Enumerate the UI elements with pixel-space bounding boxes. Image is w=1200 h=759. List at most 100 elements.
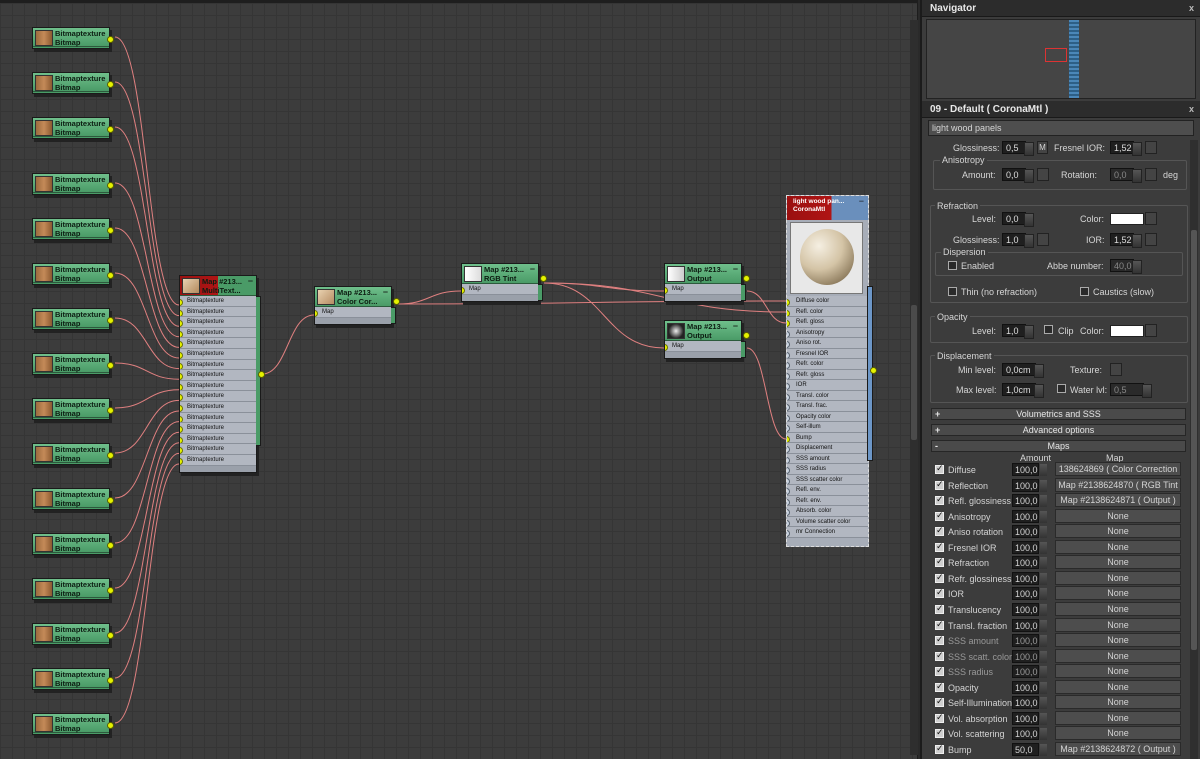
map-slot-button[interactable]: 138624869 ( Color Correction ) <box>1055 462 1181 487</box>
bitmap-output-socket[interactable] <box>107 542 114 549</box>
navigator-view[interactable] <box>926 19 1196 99</box>
aniso-rotation-spinner[interactable]: 0,0 <box>1110 168 1142 183</box>
minimize-icon[interactable]: − <box>530 264 535 274</box>
map-slot-button[interactable]: None <box>1055 570 1181 585</box>
rgb-tint-node-output-socket[interactable] <box>540 275 547 282</box>
fresnel-map-button[interactable] <box>1145 141 1157 154</box>
aniso-rotation-map-button[interactable] <box>1145 168 1157 181</box>
multitexture-slot[interactable]: Bitmaptexture <box>180 454 256 466</box>
map-enable-checkbox[interactable] <box>935 619 944 630</box>
bitmap-output-socket[interactable] <box>107 722 114 729</box>
minimize-icon[interactable]: − <box>248 276 253 286</box>
bitmap-node[interactable]: Bitmaptexture Bitmap <box>32 353 114 375</box>
refraction-ior-map-button[interactable] <box>1145 233 1157 246</box>
color-correction-node[interactable]: Map #213... Color Cor... − Map <box>314 286 400 325</box>
bitmap-node-header[interactable]: Bitmaptexture Bitmap <box>33 309 109 328</box>
color-correction-node-output-socket[interactable] <box>393 298 400 305</box>
bitmap-output-socket[interactable] <box>107 126 114 133</box>
multitexture-slot[interactable]: Bitmaptexture <box>180 423 256 434</box>
output-node-1-map-slot[interactable]: Map <box>665 284 741 295</box>
bitmap-output-socket[interactable] <box>107 362 114 369</box>
output-node-1-header[interactable]: Map #213... Output − <box>665 264 741 284</box>
coronamtl-slot[interactable]: Refr. env. <box>787 495 868 506</box>
map-amount-spinner[interactable]: 50,0 <box>1012 742 1047 756</box>
panel-scrollbar[interactable] <box>1190 140 1198 759</box>
map-enable-checkbox[interactable] <box>935 479 944 490</box>
bitmap-node-header[interactable]: Bitmaptexture Bitmap <box>33 28 109 47</box>
color-correction-node-header[interactable]: Map #213... Color Cor... − <box>315 287 391 307</box>
map-slot-button[interactable]: None <box>1055 726 1181 741</box>
multitexture-slot[interactable]: Bitmaptexture <box>180 348 256 360</box>
thin-checkbox[interactable] <box>948 287 957 296</box>
bitmap-output-socket[interactable] <box>107 452 114 459</box>
multitexture-slot[interactable]: Bitmaptexture <box>180 327 256 339</box>
bitmap-node-header[interactable]: Bitmaptexture Bitmap <box>33 489 109 508</box>
map-slot-button[interactable]: None <box>1055 586 1181 601</box>
coronamtl-slot[interactable]: SSS scatter color <box>787 474 868 485</box>
bitmap-node[interactable]: Bitmaptexture Bitmap <box>32 533 114 555</box>
map-slot-button[interactable]: Map #2138624871 ( Output ) <box>1055 493 1181 508</box>
map-amount-spinner[interactable]: 100,0 <box>1012 556 1047 570</box>
dispersion-enabled-checkbox[interactable] <box>948 261 957 270</box>
multitexture-slot[interactable]: Bitmaptexture <box>180 444 256 455</box>
bitmap-node-header[interactable]: Bitmaptexture Bitmap <box>33 669 109 688</box>
map-enable-checkbox[interactable] <box>935 743 944 754</box>
bitmap-node[interactable]: Bitmaptexture Bitmap <box>32 488 114 510</box>
canvas-scrollbar[interactable] <box>910 20 918 755</box>
advanced-options-rollout[interactable]: + Advanced options <box>931 424 1186 436</box>
close-icon[interactable]: x <box>1189 0 1194 17</box>
coronamtl-slot[interactable]: Diffuse color <box>787 296 868 307</box>
coronamtl-slot[interactable]: Anisotropy <box>787 327 868 338</box>
map-enable-checkbox[interactable] <box>935 587 944 599</box>
refraction-gloss-spinner[interactable]: 1,0 <box>1002 233 1034 248</box>
water-level-spinner[interactable]: 0,5 <box>1110 383 1152 398</box>
bitmap-node-header[interactable]: Bitmaptexture Bitmap <box>33 219 109 238</box>
map-amount-spinner[interactable]: 100,0 <box>1012 478 1047 492</box>
map-enable-checkbox[interactable] <box>935 494 944 506</box>
caustics-checkbox[interactable] <box>1080 287 1089 296</box>
fresnel-ior-spinner[interactable]: 1,52 <box>1110 141 1142 156</box>
coronamtl-slot[interactable]: Aniso rot. <box>787 338 868 349</box>
multitexture-slot[interactable]: Bitmaptexture <box>180 317 256 328</box>
multitexture-slot[interactable]: Bitmaptexture <box>180 391 256 402</box>
bitmap-output-socket[interactable] <box>107 407 114 414</box>
output-node-1-output-socket[interactable] <box>743 275 750 282</box>
abbe-number-spinner[interactable]: 40,0 <box>1110 259 1142 274</box>
bitmap-node-header[interactable]: Bitmaptexture Bitmap <box>33 534 109 553</box>
coronamtl-slot[interactable]: Displacement <box>787 443 868 454</box>
multitexture-slot[interactable]: Bitmaptexture <box>180 380 256 392</box>
map-amount-spinner[interactable]: 100,0 <box>1012 602 1047 616</box>
coronamtl-slot[interactable]: SSS amount <box>787 453 868 464</box>
coronamtl-slot[interactable]: Transl. frac. <box>787 401 868 412</box>
map-slot-button[interactable]: None <box>1055 664 1181 679</box>
maps-rollout[interactable]: - Maps <box>931 440 1186 452</box>
coronamtl-output-socket[interactable] <box>870 367 877 374</box>
min-level-spinner[interactable]: 0,0cm <box>1002 363 1044 378</box>
water-level-checkbox[interactable] <box>1057 384 1066 393</box>
map-enable-checkbox[interactable] <box>935 525 944 537</box>
map-slot-button[interactable]: None <box>1055 648 1181 663</box>
refraction-ior-spinner[interactable]: 1,52 <box>1110 233 1142 248</box>
coronamtl-slot[interactable]: Bump <box>787 432 868 443</box>
map-amount-spinner[interactable]: 100,0 <box>1012 665 1047 679</box>
multitexture-slot[interactable]: Bitmaptexture <box>180 412 256 424</box>
refraction-gloss-map-button[interactable] <box>1037 233 1049 246</box>
canvas-scrollbar-thumb[interactable] <box>911 305 917 440</box>
bitmap-node-header[interactable]: Bitmaptexture Bitmap <box>33 73 109 92</box>
map-enable-checkbox[interactable] <box>935 463 944 474</box>
bitmap-node[interactable]: Bitmaptexture Bitmap <box>32 27 114 49</box>
bitmap-node-header[interactable]: Bitmaptexture Bitmap <box>33 264 109 283</box>
displacement-texture-button[interactable] <box>1110 363 1122 376</box>
map-amount-spinner[interactable]: 100,0 <box>1012 727 1047 741</box>
volumetrics-rollout[interactable]: + Volumetrics and SSS <box>931 408 1186 420</box>
coronamtl-slot[interactable]: Refl. color <box>787 306 868 317</box>
coronamtl-slot[interactable]: Absorb. color <box>787 506 868 517</box>
bitmap-node[interactable]: Bitmaptexture Bitmap <box>32 398 114 420</box>
map-slot-button[interactable]: None <box>1055 695 1181 710</box>
minimize-icon[interactable]: − <box>733 321 738 331</box>
map-amount-spinner[interactable]: 100,0 <box>1012 540 1047 554</box>
map-enable-checkbox[interactable] <box>935 665 944 677</box>
output-node-2-output-socket[interactable] <box>743 332 750 339</box>
multitexture-slot[interactable]: Bitmaptexture <box>180 296 256 307</box>
opacity-color-map-button[interactable] <box>1145 324 1157 337</box>
